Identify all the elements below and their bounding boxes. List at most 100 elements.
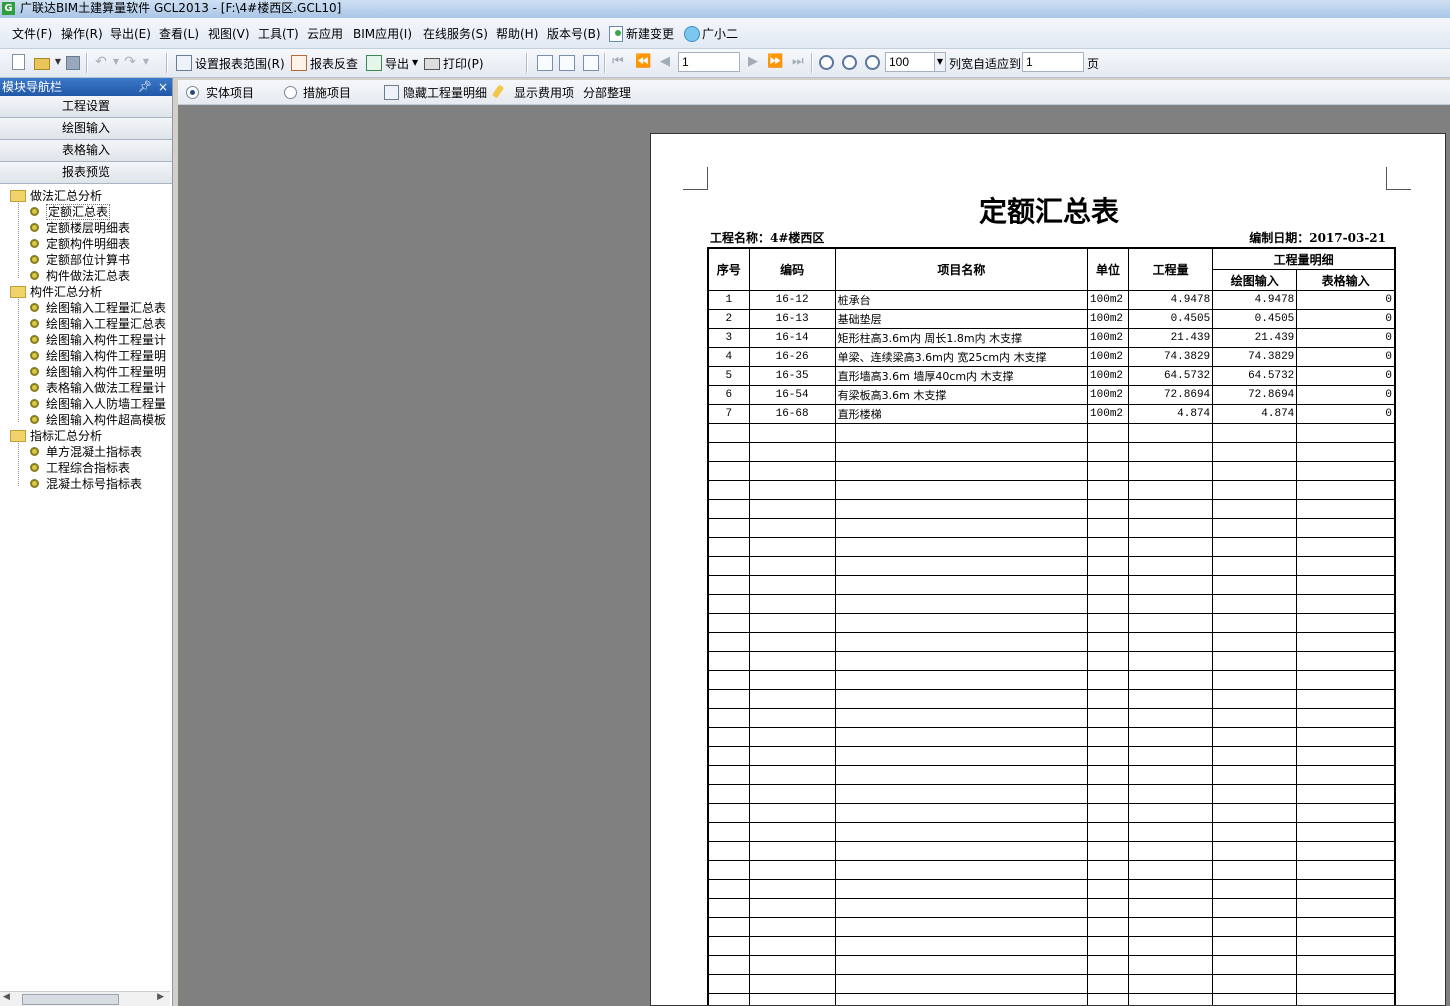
tree-item[interactable]: 单方混凝土指标表 bbox=[0, 444, 172, 460]
menu-file[interactable]: 文件(F) bbox=[12, 25, 52, 42]
scrollbar-thumb[interactable] bbox=[22, 994, 119, 1005]
empty-cell bbox=[707, 974, 750, 994]
tree-folder[interactable]: 构件汇总分析 bbox=[0, 284, 172, 300]
export-button[interactable]: 导出 bbox=[385, 55, 409, 72]
tree-item-label: 绘图输入人防墙工程量 bbox=[46, 397, 167, 411]
menu-online[interactable]: 在线服务(S) bbox=[423, 25, 488, 42]
menu-new-change[interactable]: 新建变更 bbox=[626, 25, 674, 42]
measure-items-radio[interactable] bbox=[284, 86, 297, 99]
sort-parts-button[interactable]: 分部整理 bbox=[583, 84, 631, 101]
export-dropdown-icon[interactable]: ▼ bbox=[412, 58, 418, 67]
toolbar-separator bbox=[526, 53, 528, 73]
page-number-input[interactable] bbox=[678, 52, 740, 72]
prev-page-icon[interactable]: ◀ bbox=[660, 54, 670, 70]
single-page-view-icon[interactable] bbox=[537, 55, 553, 71]
tab-drawing-input[interactable]: 绘图输入 bbox=[0, 118, 172, 140]
first-page-icon[interactable]: ⏮ bbox=[612, 54, 624, 70]
tree-item[interactable]: 表格输入做法工程量计 bbox=[0, 380, 172, 396]
entity-items-label[interactable]: 实体项目 bbox=[206, 84, 254, 101]
tree-item-label: 绘图输入构件工程量明 bbox=[46, 365, 167, 379]
empty-cell bbox=[1296, 765, 1396, 785]
scroll-right-icon[interactable]: ▶ bbox=[157, 992, 164, 1002]
tree-item[interactable]: 绘图输入构件超高模板 bbox=[0, 412, 172, 428]
tree-item[interactable]: 绘图输入构件工程量明 bbox=[0, 348, 172, 364]
scroll-left-icon[interactable]: ◀ bbox=[3, 992, 10, 1002]
set-report-range-button[interactable]: 设置报表范围(R) bbox=[195, 55, 285, 72]
tree-item[interactable]: 定额部位计算书 bbox=[0, 252, 172, 268]
empty-table-row bbox=[707, 689, 1396, 709]
redo-icon[interactable]: ↷ bbox=[122, 54, 138, 70]
menu-assistant[interactable]: 广小二 bbox=[702, 25, 738, 42]
menu-view[interactable]: 视图(V) bbox=[208, 25, 250, 42]
zoom-dropdown-icon[interactable]: ▼ bbox=[934, 52, 946, 72]
zoom-in-icon[interactable] bbox=[819, 55, 834, 70]
tab-report-preview[interactable]: 报表预览 bbox=[0, 162, 172, 184]
menu-tools[interactable]: 工具(T) bbox=[258, 25, 299, 42]
save-icon[interactable] bbox=[66, 56, 80, 70]
zoom-level-input[interactable] bbox=[885, 52, 935, 72]
cell-table-input: 0 bbox=[1296, 404, 1396, 424]
tab-project-settings[interactable]: 工程设置 bbox=[0, 96, 172, 118]
tree-item[interactable]: 定额楼层明细表 bbox=[0, 220, 172, 236]
empty-cell bbox=[1087, 594, 1130, 614]
next-ten-pages-icon[interactable]: ⏩ bbox=[767, 54, 783, 70]
menu-cloud[interactable]: 云应用 bbox=[307, 25, 343, 42]
empty-cell bbox=[707, 575, 750, 595]
prev-ten-pages-icon[interactable]: ⏪ bbox=[635, 54, 651, 70]
menu-version[interactable]: 版本号(B) bbox=[547, 25, 601, 42]
menu-view-l[interactable]: 查看(L) bbox=[159, 25, 199, 42]
multi-page-view-icon[interactable] bbox=[583, 55, 599, 71]
tree-folder[interactable]: 做法汇总分析 bbox=[0, 188, 172, 204]
pin-icon[interactable]: 📌︎ bbox=[138, 78, 152, 96]
open-folder-icon[interactable] bbox=[34, 58, 50, 70]
nav-horizontal-scrollbar[interactable]: ◀ ▶ bbox=[0, 991, 170, 1006]
entity-items-radio[interactable] bbox=[186, 86, 199, 99]
tree-item-label: 指标汇总分析 bbox=[30, 429, 103, 443]
measure-items-label[interactable]: 措施项目 bbox=[303, 84, 351, 101]
toolbar-separator bbox=[166, 53, 168, 73]
next-page-icon[interactable]: ▶ bbox=[748, 54, 758, 70]
tree-item[interactable]: 混凝土标号指标表 bbox=[0, 476, 172, 492]
last-page-icon[interactable]: ⏭ bbox=[792, 54, 804, 70]
tree-folder[interactable]: 指标汇总分析 bbox=[0, 428, 172, 444]
open-dropdown-icon[interactable]: ▼ bbox=[50, 54, 66, 70]
tree-item[interactable]: 绘图输入人防墙工程量 bbox=[0, 396, 172, 412]
tree-item[interactable]: 绘图输入工程量汇总表 bbox=[0, 316, 172, 332]
empty-cell bbox=[1128, 480, 1214, 500]
undo-icon[interactable]: ↶ bbox=[93, 54, 109, 70]
empty-cell bbox=[1087, 518, 1130, 538]
redo-dropdown-icon[interactable]: ▼ bbox=[138, 54, 154, 70]
menu-help[interactable]: 帮助(H) bbox=[496, 25, 538, 42]
empty-cell bbox=[707, 784, 750, 804]
empty-cell bbox=[1087, 689, 1130, 709]
tree-item[interactable]: 绘图输入构件工程量计 bbox=[0, 332, 172, 348]
tree-item[interactable]: 定额汇总表 bbox=[0, 204, 172, 220]
empty-cell bbox=[834, 955, 1089, 975]
zoom-icon[interactable] bbox=[865, 55, 880, 70]
tree-item[interactable]: 绘图输入工程量汇总表 bbox=[0, 300, 172, 316]
hide-detail-button[interactable]: 隐藏工程量明细 bbox=[403, 84, 487, 101]
fit-pages-input[interactable] bbox=[1022, 52, 1084, 72]
empty-cell bbox=[1128, 993, 1214, 1005]
project-name: 工程名称：4#楼西区 bbox=[710, 231, 825, 245]
zoom-out-icon[interactable] bbox=[842, 55, 857, 70]
show-fees-button[interactable]: 显示费用项 bbox=[514, 84, 574, 101]
tree-item[interactable]: 工程综合指标表 bbox=[0, 460, 172, 476]
new-file-icon[interactable] bbox=[12, 54, 25, 70]
report-gear-icon bbox=[30, 239, 39, 248]
cell-qty: 4.874 bbox=[1128, 404, 1214, 424]
page-unit-label: 页 bbox=[1087, 57, 1100, 71]
report-check-button[interactable]: 报表反查 bbox=[310, 55, 358, 72]
empty-cell bbox=[1087, 917, 1130, 937]
double-page-view-icon[interactable] bbox=[559, 55, 575, 71]
empty-table-row bbox=[707, 993, 1396, 1005]
close-icon[interactable]: × bbox=[158, 78, 168, 96]
tab-table-input[interactable]: 表格输入 bbox=[0, 140, 172, 162]
tree-item[interactable]: 定额构件明细表 bbox=[0, 236, 172, 252]
menu-export[interactable]: 导出(E) bbox=[110, 25, 151, 42]
menu-operate[interactable]: 操作(R) bbox=[61, 25, 103, 42]
tree-item[interactable]: 构件做法汇总表 bbox=[0, 268, 172, 284]
tree-item[interactable]: 绘图输入构件工程量明 bbox=[0, 364, 172, 380]
print-button[interactable]: 打印(P) bbox=[443, 55, 484, 72]
menu-bim[interactable]: BIM应用(I) bbox=[353, 25, 412, 42]
